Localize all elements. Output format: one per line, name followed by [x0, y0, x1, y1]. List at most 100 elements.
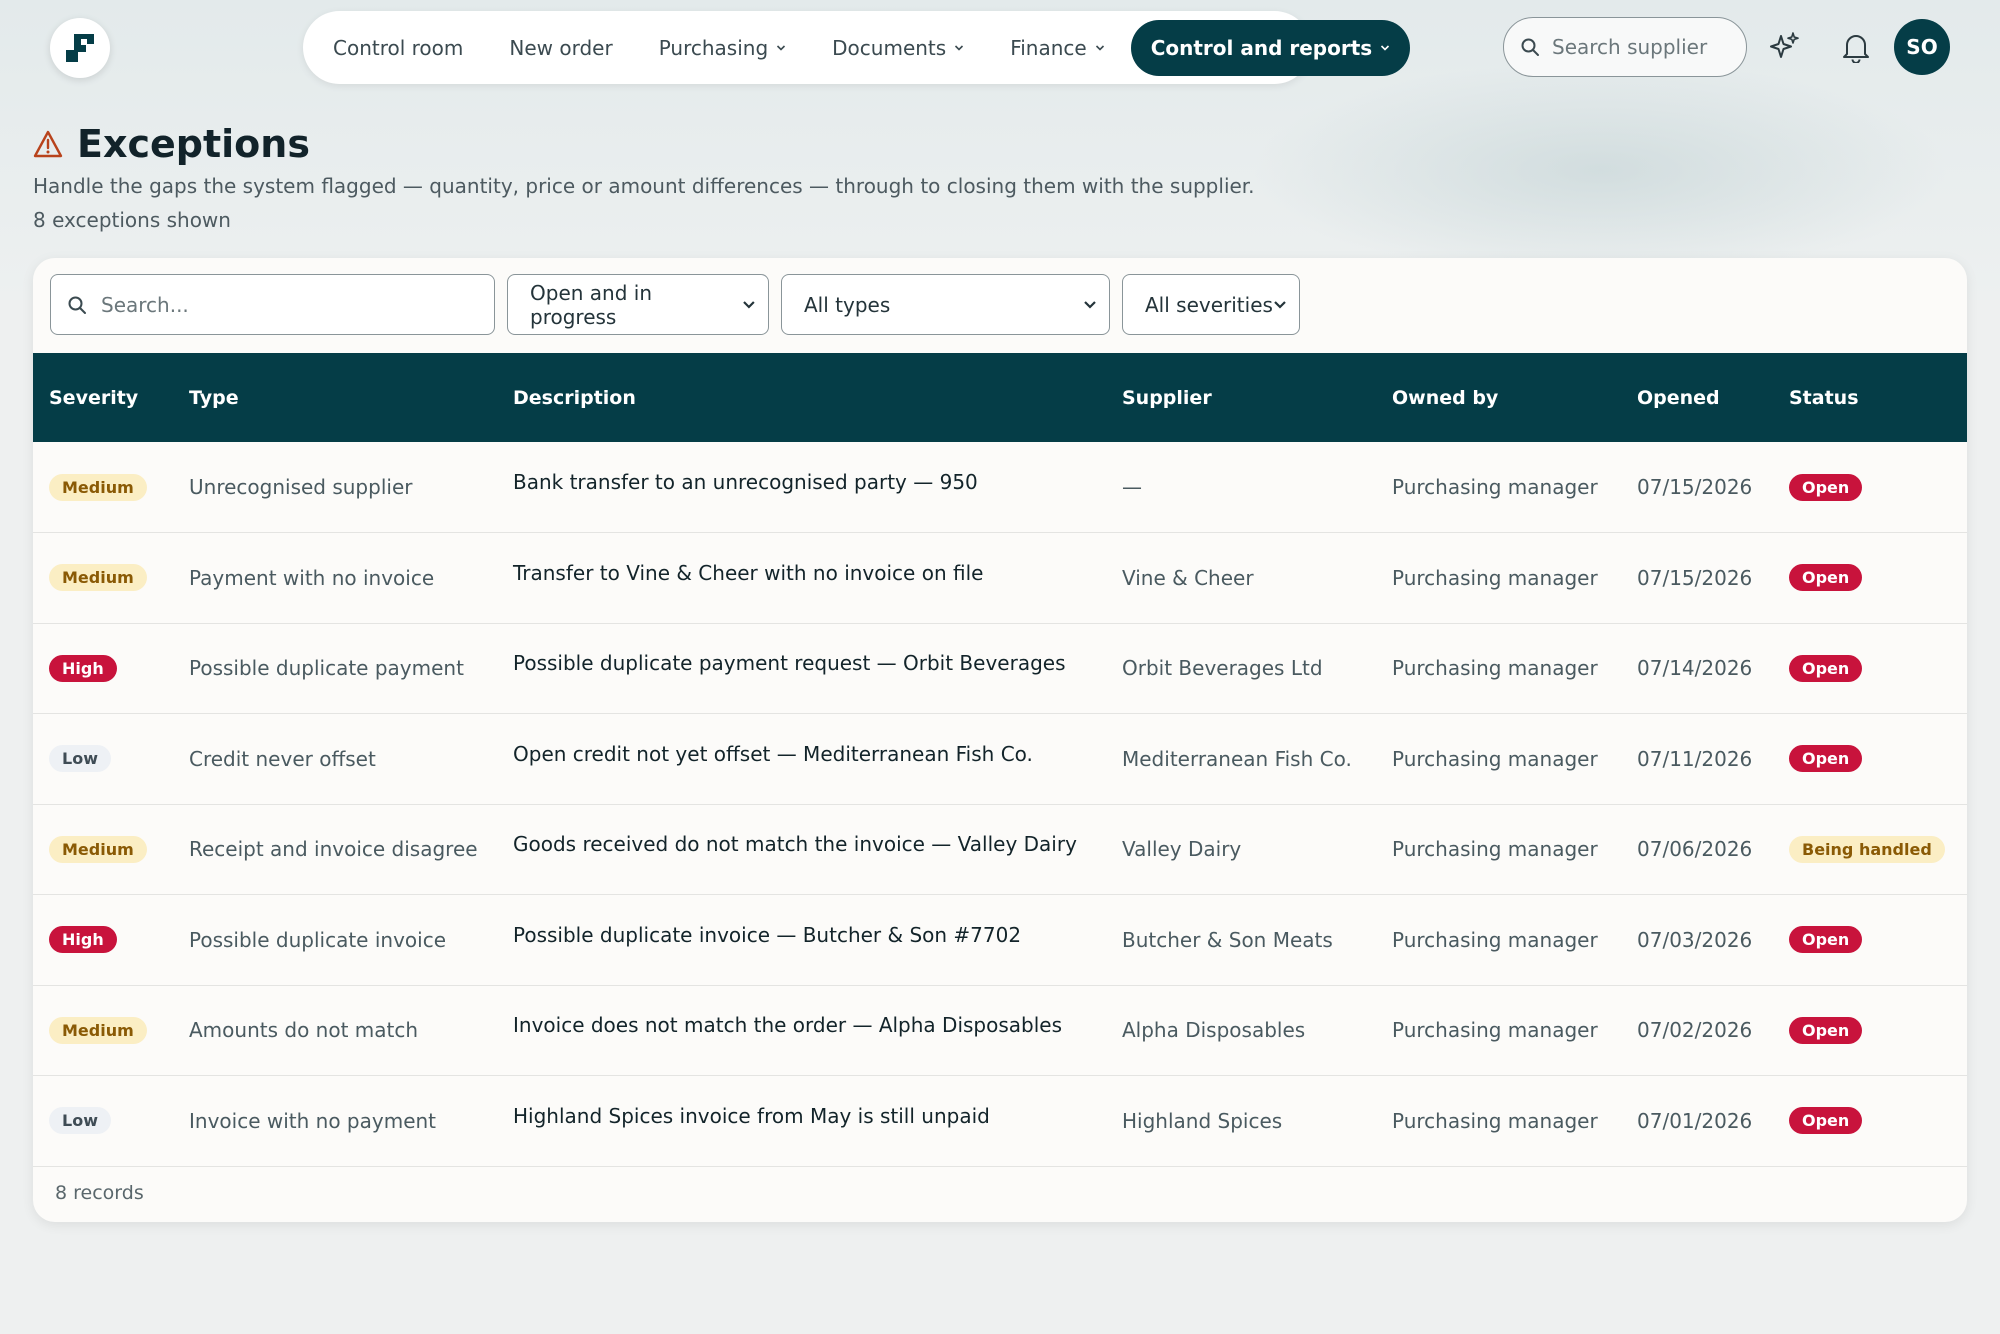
- chevron-down-icon: [743, 300, 755, 309]
- column-header-status[interactable]: Status: [1773, 353, 1967, 442]
- status-badge: Open: [1789, 745, 1863, 773]
- status-filter-value: Open and in progress: [530, 280, 652, 329]
- opened-cell: 07/14/2026: [1637, 656, 1753, 681]
- nav-item-purchasing[interactable]: Purchasing: [639, 20, 806, 76]
- table-row[interactable]: Medium Unrecognised supplier Bank transfer…: [33, 442, 1967, 533]
- column-header-supplier[interactable]: Supplier: [1106, 353, 1376, 442]
- chevron-down-icon: [777, 44, 786, 51]
- supplier-search-placeholder: Search supplier: [1552, 35, 1708, 59]
- type-cell: Receipt and invoice disagree: [189, 837, 478, 862]
- description-cell[interactable]: Possible duplicate payment request — Orb…: [497, 623, 1106, 714]
- status-cell: Open: [1773, 442, 1967, 533]
- description-cell[interactable]: Possible duplicate invoice — Butcher & S…: [497, 895, 1106, 986]
- type-filter-value: All types: [804, 292, 891, 317]
- exceptions-card: Search... Open and in progress All types…: [33, 258, 1967, 1222]
- column-header-type[interactable]: Type: [173, 353, 497, 442]
- opened-cell: 07/11/2026: [1637, 746, 1753, 771]
- status-cell: Open: [1773, 1076, 1967, 1167]
- assistant-button[interactable]: [1762, 24, 1808, 70]
- supplier-search-input[interactable]: Search supplier: [1503, 17, 1747, 77]
- owner-cell: Purchasing manager: [1392, 475, 1598, 499]
- description-cell[interactable]: Goods received do not match the invoice …: [497, 804, 1106, 895]
- owner-cell: Purchasing manager: [1392, 565, 1598, 590]
- table-row[interactable]: High Possible duplicate payment Possible d…: [33, 623, 1967, 714]
- nav-item-label: New order: [509, 35, 613, 60]
- severity-badge: Low: [49, 745, 111, 773]
- type-cell: Unrecognised supplier: [189, 475, 413, 499]
- description-cell[interactable]: Bank transfer to an unrecognised party —…: [497, 442, 1106, 533]
- description-cell[interactable]: Transfer to Vine & Cheer with no invoice…: [497, 533, 1106, 624]
- severity-cell: Medium: [33, 442, 173, 533]
- owner-cell: Purchasing manager: [1392, 1108, 1598, 1133]
- nav-item-label: Purchasing: [658, 35, 769, 60]
- table-row[interactable]: Medium Receipt and invoice disagree Goods …: [33, 804, 1967, 895]
- supplier-cell: —: [1122, 475, 1142, 499]
- description-cell[interactable]: Invoice does not match the order — Alpha…: [497, 985, 1106, 1076]
- type-cell: Credit never offset: [189, 746, 376, 771]
- app-logo[interactable]: [50, 18, 110, 78]
- table-row[interactable]: Medium Amounts do not match Invoice does n…: [33, 985, 1967, 1076]
- main-nav: Control room New order Purchasing Documents…: [303, 11, 1411, 84]
- opened-cell: 07/03/2026: [1637, 927, 1753, 952]
- table-search-input[interactable]: Search...: [50, 274, 495, 335]
- nav-item-control-room[interactable]: Control room: [313, 20, 483, 76]
- status-filter-select[interactable]: Open and in progress: [507, 274, 769, 335]
- status-cell: Open: [1773, 985, 1967, 1076]
- bell-icon: [1843, 35, 1869, 63]
- table-row[interactable]: Medium Payment with no invoice Transfer to…: [33, 533, 1967, 624]
- description-cell[interactable]: Open credit not yet offset — Mediterrane…: [497, 714, 1106, 805]
- user-avatar[interactable]: SO: [1894, 19, 1950, 75]
- column-header-description[interactable]: Description: [497, 353, 1106, 442]
- severity-filter-value: All severities: [1145, 292, 1273, 317]
- status-badge: Open: [1789, 473, 1863, 501]
- table-row[interactable]: Low Credit never offset Open credit not ye…: [33, 714, 1967, 805]
- severity-cell: Medium: [33, 533, 173, 624]
- severity-badge: Medium: [49, 1016, 147, 1044]
- table-row[interactable]: Low Invoice with no payment Highland Spice…: [33, 1076, 1967, 1167]
- page-subtitle: Handle the gaps the system flagged — qua…: [33, 174, 1255, 198]
- description-cell[interactable]: Highland Spices invoice from May is stil…: [497, 1076, 1106, 1167]
- column-header-owned-by[interactable]: Owned by: [1376, 353, 1621, 442]
- type-cell: Amounts do not match: [189, 1018, 419, 1043]
- severity-badge: Low: [49, 1107, 111, 1135]
- column-header-opened[interactable]: Opened: [1621, 353, 1773, 442]
- severity-filter-select[interactable]: All severities: [1122, 274, 1300, 335]
- supplier-cell: Vine & Cheer: [1122, 565, 1254, 590]
- severity-cell: High: [33, 895, 173, 986]
- nav-item-control-and-reports[interactable]: Control and reports: [1130, 19, 1411, 76]
- column-header-severity[interactable]: Severity: [33, 353, 173, 442]
- type-cell: Payment with no invoice: [189, 565, 435, 590]
- nav-item-documents[interactable]: Documents: [812, 20, 984, 76]
- supplier-cell: Butcher & Son Meats: [1122, 927, 1333, 952]
- status-cell: Open: [1773, 623, 1967, 714]
- nav-item-label: Documents: [832, 35, 947, 60]
- notifications-button[interactable]: [1833, 24, 1879, 70]
- type-cell: Invoice with no payment: [189, 1108, 437, 1133]
- nav-item-new-order[interactable]: New order: [489, 20, 632, 76]
- type-filter-select[interactable]: All types: [781, 274, 1110, 335]
- owner-cell: Purchasing manager: [1392, 656, 1598, 681]
- table-header-row: Severity Type Description Supplier Owned…: [33, 353, 1967, 442]
- severity-badge: High: [49, 654, 117, 682]
- status-badge: Being handled: [1789, 835, 1945, 863]
- status-badge: Open: [1789, 654, 1863, 682]
- status-cell: Being handled: [1773, 804, 1967, 895]
- nav-item-label: Control and reports: [1150, 35, 1373, 60]
- supplier-cell: Highland Spices: [1122, 1108, 1283, 1133]
- opened-cell: 07/15/2026: [1637, 475, 1753, 499]
- type-cell: Possible duplicate invoice: [189, 927, 446, 952]
- status-cell: Open: [1773, 714, 1967, 805]
- status-badge: Open: [1789, 1107, 1863, 1135]
- status-cell: Open: [1773, 895, 1967, 986]
- page-heading: Exceptions: [33, 122, 310, 166]
- exceptions-count: 8 exceptions shown: [33, 208, 231, 232]
- type-cell: Possible duplicate payment: [189, 656, 464, 681]
- table-body: Medium Unrecognised supplier Bank transfer…: [33, 442, 1967, 1166]
- exceptions-table: Severity Type Description Supplier Owned…: [33, 353, 1967, 1167]
- nav-item-finance[interactable]: Finance: [990, 20, 1125, 76]
- table-row[interactable]: High Possible duplicate invoice Possible d…: [33, 895, 1967, 986]
- warning-triangle-icon: [33, 130, 63, 158]
- severity-cell: Medium: [33, 985, 173, 1076]
- chevron-down-icon: [1381, 44, 1390, 51]
- supplier-cell: Mediterranean Fish Co.: [1122, 746, 1352, 771]
